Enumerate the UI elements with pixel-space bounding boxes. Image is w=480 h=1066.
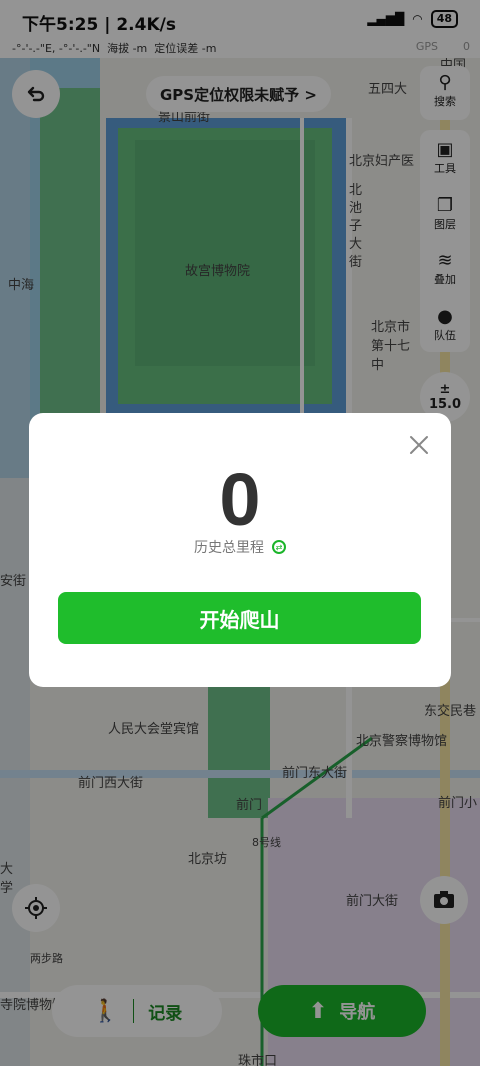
mileage-dialog: 0 历史总里程 ⇄ 开始爬山 bbox=[29, 413, 451, 687]
start-climbing-button[interactable]: 开始爬山 bbox=[58, 592, 421, 644]
total-mileage-value: 0 bbox=[219, 458, 261, 541]
close-icon[interactable] bbox=[409, 435, 429, 455]
switch-icon[interactable]: ⇄ bbox=[272, 540, 286, 554]
total-mileage-label-row: 历史总里程 ⇄ bbox=[29, 537, 451, 557]
